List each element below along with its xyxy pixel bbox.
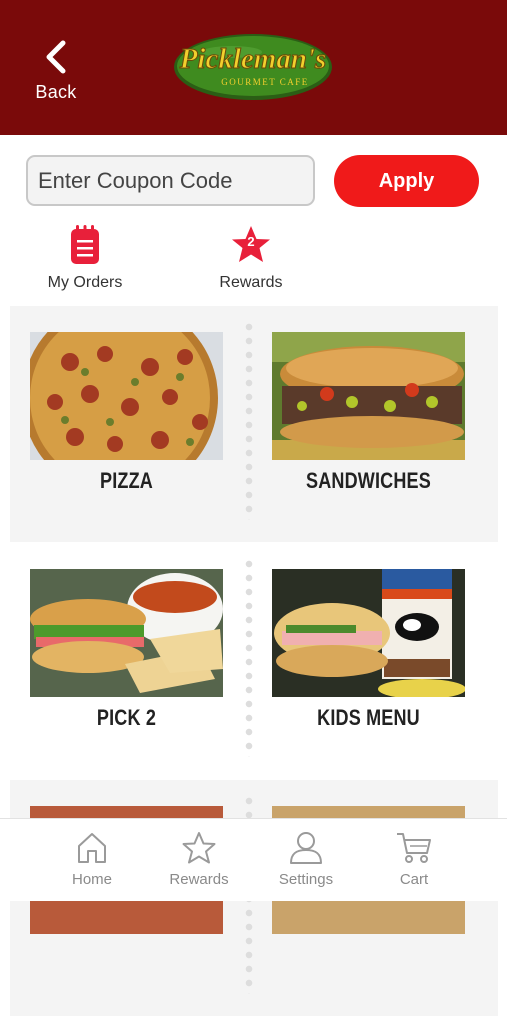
sandwich-image: [272, 332, 465, 460]
rewards-link[interactable]: 2 Rewards: [208, 224, 294, 292]
person-icon: [290, 832, 322, 864]
my-orders-label: My Orders: [47, 274, 123, 291]
divider-dots: [245, 320, 253, 520]
home-icon: [78, 833, 106, 863]
rewards-count-badge: 2: [247, 234, 255, 249]
tab-label: Home: [71, 871, 112, 888]
menu-item-label: KIDS MENU: [317, 705, 420, 730]
menu-row: PIZZA SANDWICHES: [10, 306, 498, 542]
bottom-tab-bar: Home Rewards Settings Cart: [0, 818, 507, 901]
menu-item-label: PIZZA: [100, 468, 153, 493]
chevron-left-icon: [46, 40, 66, 74]
clipboard-icon: [71, 225, 99, 264]
pizza-image: [30, 332, 223, 460]
menu-item-sandwiches[interactable]: SANDWICHES: [272, 332, 465, 494]
menu-row: PICK 2 KIDS MENU: [10, 543, 498, 779]
picklemans-logo: Pickleman's GOURMET CAFE: [174, 34, 332, 100]
kids-menu-image: [272, 569, 465, 697]
apply-coupon-button[interactable]: Apply: [334, 155, 479, 207]
svg-text:Pickleman's: Pickleman's: [179, 43, 327, 75]
pick-2-image: [30, 569, 223, 697]
menu-item-pizza[interactable]: PIZZA: [30, 332, 223, 494]
svg-text:GOURMET CAFE: GOURMET CAFE: [221, 77, 309, 87]
star-icon: [182, 832, 216, 864]
menu-item-kids-menu[interactable]: KIDS MENU: [272, 569, 465, 731]
back-label: Back: [35, 82, 77, 102]
menu-item-label: SANDWICHES: [306, 468, 431, 493]
tab-settings[interactable]: Settings: [261, 831, 351, 888]
tab-rewards[interactable]: Rewards: [154, 831, 244, 888]
tab-label: Cart: [399, 871, 429, 888]
coupon-code-input[interactable]: [26, 155, 315, 206]
menu-item-label: PICK 2: [96, 705, 157, 730]
menu-item-pick-2[interactable]: PICK 2: [30, 569, 223, 731]
tab-cart[interactable]: Cart: [369, 831, 459, 888]
back-button[interactable]: Back: [26, 40, 86, 108]
tab-label: Settings: [278, 871, 334, 888]
divider-dots: [245, 557, 253, 757]
cart-icon: [397, 833, 431, 863]
my-orders-link[interactable]: My Orders: [42, 224, 128, 292]
rewards-label: Rewards: [219, 274, 283, 291]
tab-home[interactable]: Home: [47, 831, 137, 888]
tab-label: Rewards: [169, 871, 229, 888]
header-bar: Back Pickleman's GOURMET CAFE: [0, 0, 507, 135]
